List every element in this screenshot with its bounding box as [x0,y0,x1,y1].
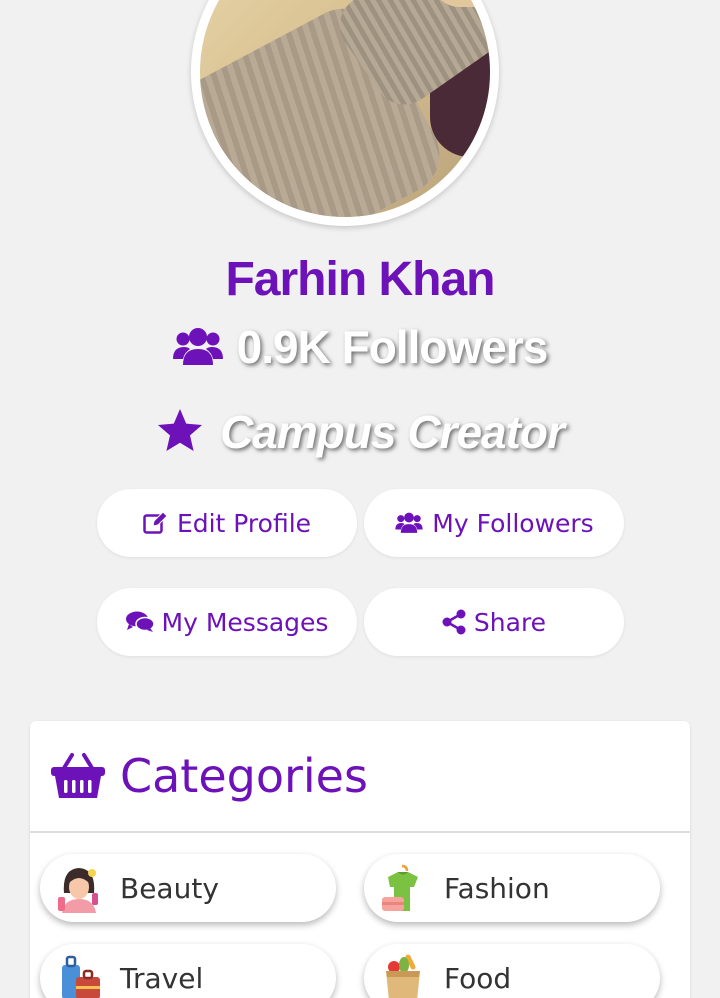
beauty-icon [58,868,98,913]
food-icon [386,954,420,998]
my-followers-label: My Followers [432,508,594,538]
category-food[interactable]: Food [364,944,660,998]
categories-header: Categories [30,721,690,833]
share-icon [442,609,466,635]
categories-title: Categories [120,749,368,803]
profile-avatar[interactable] [200,0,490,217]
users-icon [395,512,423,533]
fashion-icon [382,864,418,911]
users-icon [172,328,223,365]
category-beauty-label: Beauty [120,871,219,905]
my-followers-button[interactable]: My Followers [364,489,624,557]
edit-icon [143,511,168,534]
profile-name: Farhin Khan [225,253,495,306]
star-icon [158,409,203,451]
share-button[interactable]: Share [364,588,624,656]
edit-profile-button[interactable]: Edit Profile [97,489,357,557]
category-food-label: Food [444,961,512,995]
followers-count-row: 0.9K Followers [0,320,720,374]
comments-icon [125,611,154,632]
creator-role: Campus Creator [220,406,565,458]
category-fashion[interactable]: Fashion [364,854,660,922]
category-travel-label: Travel [120,961,204,995]
my-messages-label: My Messages [161,607,329,637]
my-messages-button[interactable]: My Messages [97,588,357,656]
category-beauty[interactable]: Beauty [40,854,336,922]
category-fashion-label: Fashion [444,871,550,905]
category-travel[interactable]: Travel [40,944,336,998]
basket-icon [51,753,105,798]
share-label: Share [473,607,547,637]
profile-avatar-frame [191,0,499,226]
edit-profile-label: Edit Profile [176,508,312,538]
creator-role-row: Campus Creator [0,405,720,459]
travel-icon [62,955,100,998]
followers-count: 0.9K Followers [236,321,549,373]
